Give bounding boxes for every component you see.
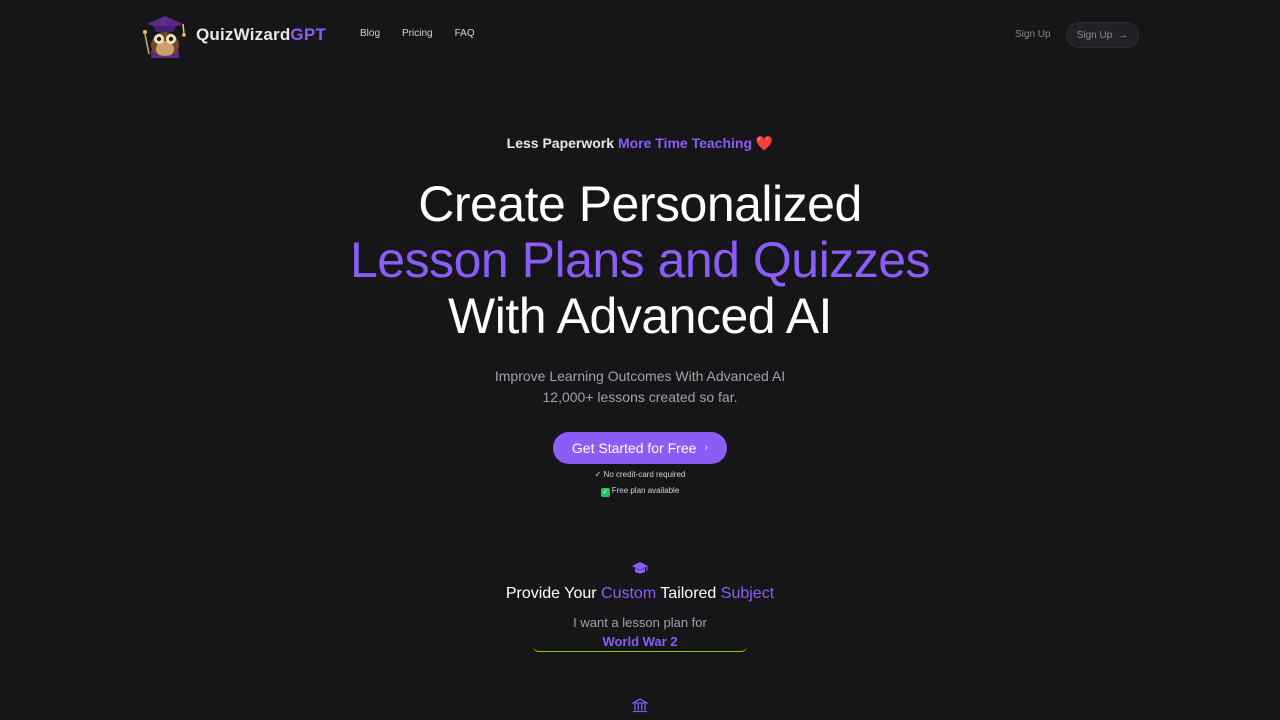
nav-blog[interactable]: Blog bbox=[360, 28, 380, 39]
subject-title: Provide Your Custom Tailored Subject bbox=[0, 585, 1280, 603]
no-credit-card-note: ✓ No credit-card required bbox=[594, 470, 686, 479]
subtitle-line-2: 12,000+ lessons created so far. bbox=[542, 389, 738, 405]
hero-headline: Create Personalized Lesson Plans and Qui… bbox=[0, 176, 1280, 344]
brand-logo-link[interactable]: QuizWizardGPT bbox=[140, 10, 326, 60]
institution-icon bbox=[632, 698, 648, 713]
kicker-accent: More Time Teaching bbox=[617, 135, 753, 151]
arrow-right-icon: → bbox=[1117, 29, 1129, 41]
subtitle-line-1: Improve Learning Outcomes With Advanced … bbox=[494, 368, 786, 384]
subject-title-accent-1: Custom bbox=[601, 585, 657, 602]
signup-button[interactable]: Sign Up → bbox=[1066, 22, 1139, 48]
check-box-icon: ✓ bbox=[600, 488, 610, 497]
subject-title-part-1: Provide Your bbox=[505, 585, 597, 602]
headline-line-1: Create Personalized bbox=[418, 176, 862, 232]
nav-pricing[interactable]: Pricing bbox=[402, 28, 433, 39]
free-plan-note: ✓ Free plan available bbox=[0, 486, 1280, 497]
kicker-plain: Less Paperwork bbox=[506, 135, 615, 151]
get-started-label: Get Started for Free bbox=[571, 440, 697, 456]
brand-name-main: QuizWizard bbox=[196, 25, 291, 44]
subject-prompt: I want a lesson plan for bbox=[573, 615, 707, 630]
owl-wizard-logo-icon bbox=[143, 16, 186, 58]
hero-kicker: Less Paperwork More Time Teaching ❤️ bbox=[0, 135, 1280, 152]
brand-name-accent: GPT bbox=[290, 25, 326, 44]
signup-button-label: Sign Up bbox=[1076, 29, 1113, 41]
headline-line-3: With Advanced AI bbox=[448, 288, 832, 344]
get-started-button[interactable]: Get Started for Free › bbox=[553, 432, 727, 464]
subject-title-accent-2: Subject bbox=[720, 585, 775, 602]
subject-title-part-2: Tailored bbox=[660, 585, 717, 602]
headline-line-2: Lesson Plans and Quizzes bbox=[349, 232, 931, 288]
nav-faq[interactable]: FAQ bbox=[455, 28, 475, 39]
signup-link[interactable]: Sign Up bbox=[1015, 29, 1051, 40]
free-plan-text: Free plan available bbox=[611, 486, 680, 495]
brand-name: QuizWizardGPT bbox=[196, 25, 326, 45]
graduation-cap-icon bbox=[632, 562, 648, 574]
heart-icon: ❤️ bbox=[755, 135, 774, 151]
chevron-right-icon: › bbox=[704, 442, 709, 454]
subject-input[interactable] bbox=[533, 632, 747, 652]
site-header: QuizWizardGPT Blog Pricing FAQ Sign Up S… bbox=[0, 0, 1280, 70]
hero-subtitle: Improve Learning Outcomes With Advanced … bbox=[0, 366, 1280, 408]
main-nav: Blog Pricing FAQ bbox=[360, 28, 497, 39]
